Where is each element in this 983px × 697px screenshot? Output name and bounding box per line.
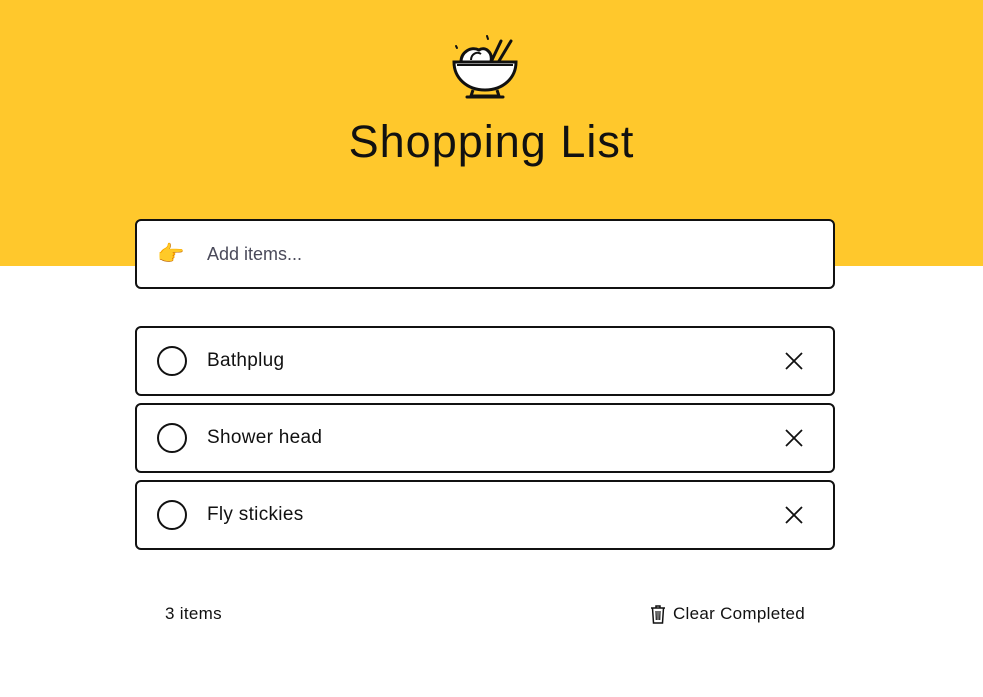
- noodle-bowl-icon: [452, 35, 518, 99]
- close-icon[interactable]: [783, 350, 805, 372]
- pointing-hand-icon: 👉: [157, 241, 185, 266]
- app-page: Shopping List 👉 Bathplug Shower head Fly…: [0, 0, 983, 697]
- item-checkbox[interactable]: [157, 500, 187, 530]
- item-label: Shower head: [207, 427, 323, 448]
- clear-completed-button[interactable]: Clear Completed: [650, 602, 805, 626]
- clear-completed-label: Clear Completed: [672, 604, 805, 623]
- item-checkbox[interactable]: [157, 346, 187, 376]
- item-label: Bathplug: [207, 350, 285, 371]
- close-icon[interactable]: [783, 427, 805, 449]
- add-item-box[interactable]: 👉: [135, 219, 835, 289]
- page-title: Shopping List: [348, 116, 635, 167]
- add-item-input[interactable]: [207, 236, 807, 272]
- list-item: Bathplug: [135, 326, 835, 396]
- item-label: Fly stickies: [207, 504, 304, 525]
- shopping-list: Bathplug Shower head Fly stickies: [135, 326, 835, 557]
- item-checkbox[interactable]: [157, 423, 187, 453]
- item-count: 3 items: [165, 604, 222, 623]
- trash-icon: [650, 605, 665, 624]
- list-item: Fly stickies: [135, 480, 835, 550]
- list-item: Shower head: [135, 403, 835, 473]
- list-footer: 3 items Clear Completed: [135, 590, 835, 640]
- close-icon[interactable]: [783, 504, 805, 526]
